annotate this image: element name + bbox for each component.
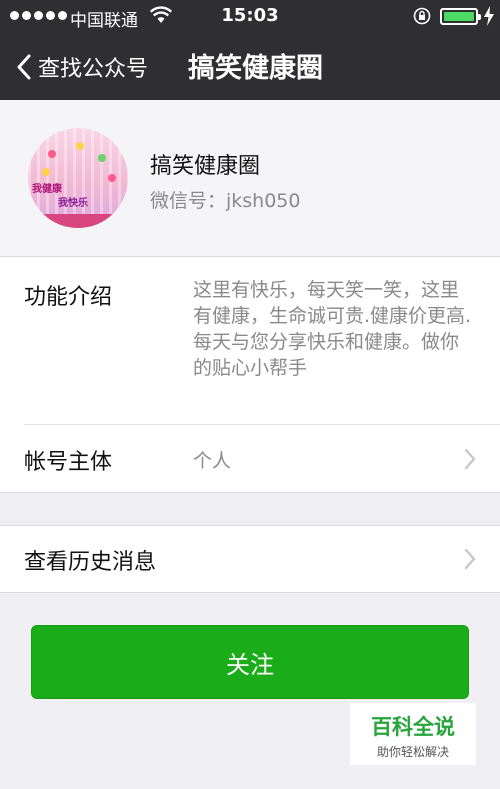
account-entity-row[interactable]: 帐号主体 个人 [0,425,500,493]
watermark-title: 百科全说 [371,715,455,739]
orientation-lock-icon [413,7,431,25]
avatar[interactable]: 我健康 我快乐 [28,128,128,228]
history-messages-row[interactable]: 查看历史消息 [0,525,500,593]
intro-text: 这里有快乐，每天笑一笑，这里有健康，生命诚可贵.健康价更高.每天与您分享快乐和健… [193,279,472,379]
back-chevron-icon [17,54,31,80]
account-entity-value: 个人 [193,450,232,472]
chevron-right-icon [464,448,476,470]
history-messages-label: 查看历史消息 [24,550,157,575]
status-bar: 中国联通 15:03 [0,0,500,34]
avatar-text-1: 我健康 [32,184,62,195]
follow-button[interactable]: 关注 [31,625,469,699]
intro-label: 功能介绍 [24,285,113,310]
wechat-id: 微信号：jksh050 [150,190,301,212]
top-bar: 中国联通 15:03 查找公众号 搞笑健康圈 [0,0,500,100]
battery-icon [440,8,481,25]
page-title: 搞笑健康圈 [188,53,323,84]
watermark-subtitle: 助你轻松解决 [376,745,449,759]
account-entity-label: 帐号主体 [24,450,113,475]
avatar-text-2: 我快乐 [58,198,88,209]
back-label: 查找公众号 [38,57,149,82]
charging-bolt-icon [484,6,494,26]
account-name: 搞笑健康圈 [150,154,261,179]
watermark: 百科全说 助你轻松解决 [350,703,476,765]
info-group: 功能介绍 这里有快乐，每天笑一笑，这里有健康，生命诚可贵.健康价更高.每天与您分… [0,256,500,493]
back-button[interactable]: 查找公众号 [16,48,148,86]
chevron-right-icon [464,548,476,570]
profile-header: 我健康 我快乐 搞笑健康圈 微信号：jksh050 [0,100,500,256]
